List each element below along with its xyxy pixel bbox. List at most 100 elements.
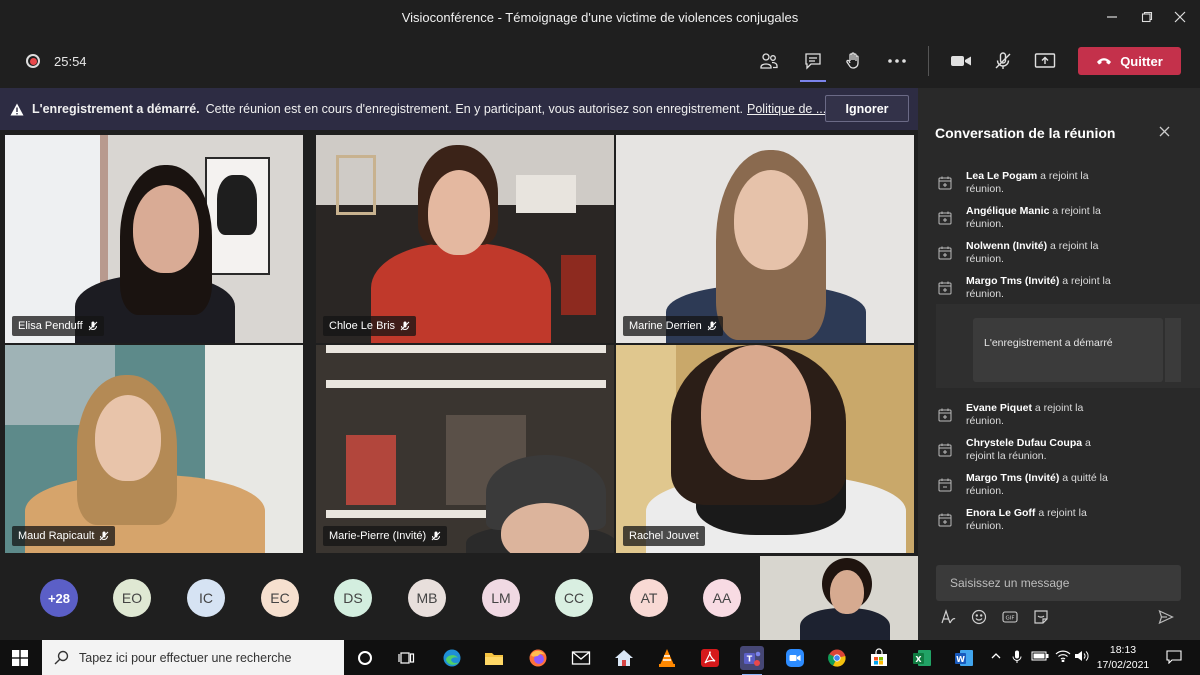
participant-joined-icon	[938, 443, 954, 463]
camera-icon[interactable]	[946, 48, 976, 74]
participant-name: Marie-Pierre (Invité)	[329, 530, 427, 542]
taskbar-clock[interactable]: 18:13 17/02/2021	[1093, 643, 1153, 673]
taskbar-search-box[interactable]: Tapez ici pour effectuer une recherche	[42, 640, 344, 675]
microphone-tray-icon[interactable]	[1012, 650, 1022, 667]
more-options-icon[interactable]	[882, 48, 912, 74]
chat-event-name: Margo Tms (Invité)	[966, 472, 1060, 484]
participant-avatar[interactable]: EC	[261, 579, 299, 617]
banner-title: L'enregistrement a démarré.	[32, 102, 200, 116]
vlc-icon[interactable]	[655, 646, 679, 670]
search-placeholder: Tapez ici pour effectuer une recherche	[79, 650, 292, 665]
participant-avatar[interactable]: DS	[334, 579, 372, 617]
edge-browser-icon[interactable]	[440, 646, 464, 670]
mail-icon[interactable]	[569, 646, 593, 670]
mic-muted-icon	[707, 321, 717, 331]
notifications-icon[interactable]	[1166, 650, 1182, 667]
participant-avatar[interactable]: IC	[187, 579, 225, 617]
send-icon[interactable]	[1158, 609, 1174, 630]
shelf	[326, 380, 606, 388]
close-icon[interactable]	[1160, 0, 1200, 34]
participant-name: Chloe Le Bris	[329, 320, 396, 332]
cortana-icon[interactable]	[353, 646, 377, 670]
sticker-icon[interactable]	[1033, 609, 1049, 630]
participant-avatar[interactable]: LM	[482, 579, 520, 617]
hang-up-icon	[1097, 58, 1112, 65]
format-icon[interactable]	[940, 609, 956, 630]
self-video-preview[interactable]	[760, 556, 918, 640]
close-chat-icon[interactable]	[1159, 124, 1170, 142]
meeting-timer: 25:54	[54, 54, 87, 69]
video-tile[interactable]: Elisa Penduff	[5, 135, 303, 343]
windows-start-icon[interactable]	[12, 650, 28, 671]
leave-meeting-button[interactable]: Quitter	[1078, 47, 1181, 75]
minimize-icon[interactable]	[1092, 0, 1132, 34]
gif-icon[interactable]: GIF	[1002, 609, 1018, 630]
meeting-toolbar: 25:54 Quitter	[0, 34, 1200, 88]
person-face	[701, 345, 811, 480]
recording-banner: L'enregistrement a démarré. Cette réunio…	[0, 88, 918, 130]
microphone-muted-icon[interactable]	[988, 48, 1018, 74]
recording-card-side	[1165, 318, 1181, 382]
person-face	[734, 170, 808, 270]
svg-text:X: X	[915, 655, 922, 664]
warning-icon	[10, 103, 24, 116]
participant-name: Elisa Penduff	[18, 320, 83, 332]
recording-started-card[interactable]: L'enregistrement a démarré	[973, 318, 1163, 382]
person-face	[133, 185, 199, 273]
participant-joined-icon	[938, 211, 954, 231]
chrome-icon[interactable]	[825, 646, 849, 670]
participant-name: Maud Rapicault	[18, 530, 95, 542]
word-icon[interactable]: W	[952, 646, 976, 670]
video-tile[interactable]: Chloe Le Bris	[316, 135, 614, 343]
video-tile[interactable]: Rachel Jouvet	[616, 345, 914, 553]
emoji-icon[interactable]	[971, 609, 987, 630]
home-app-icon[interactable]	[612, 646, 636, 670]
privacy-policy-link[interactable]: Politique de ...	[747, 102, 826, 116]
zoom-icon[interactable]	[783, 646, 807, 670]
more-participants-avatar[interactable]: +28	[40, 579, 78, 617]
mic-muted-icon	[100, 531, 109, 541]
chat-event-name: Angélique Manic	[966, 205, 1050, 217]
chat-event: Margo Tms (Invité) a rejoint la réunion.	[938, 275, 1188, 301]
video-tile[interactable]: Maud Rapicault	[5, 345, 303, 553]
chat-event: Nolwenn (Invité) a rejoint la réunion.	[938, 240, 1188, 266]
participants-icon[interactable]	[754, 48, 784, 74]
teams-icon[interactable]: T	[740, 646, 764, 675]
chat-event-name: Evane Piquet	[966, 402, 1032, 414]
chat-icon[interactable]	[798, 48, 828, 82]
mic-muted-icon	[88, 321, 97, 331]
excel-icon[interactable]: X	[910, 646, 934, 670]
acrobat-reader-icon[interactable]	[698, 646, 722, 670]
chat-event-name: Lea Le Pogam	[966, 170, 1038, 182]
participant-nameplate: Marie-Pierre (Invité)	[323, 526, 448, 546]
share-screen-icon[interactable]	[1030, 48, 1060, 74]
participant-avatar[interactable]: AA	[703, 579, 741, 617]
search-icon	[54, 650, 69, 665]
participant-joined-icon	[938, 246, 954, 266]
ignore-button[interactable]: Ignorer	[825, 95, 909, 122]
chat-message-input[interactable]: Saisissez un message	[936, 565, 1181, 601]
participant-avatar[interactable]: CC	[555, 579, 593, 617]
shelf	[326, 345, 606, 353]
participant-joined-icon	[938, 408, 954, 428]
battery-icon[interactable]	[1031, 650, 1049, 665]
video-tile[interactable]: Marine Derrien	[616, 135, 914, 343]
video-tile[interactable]: Marie-Pierre (Invité)	[316, 345, 614, 553]
volume-icon[interactable]	[1074, 650, 1090, 665]
wifi-icon[interactable]	[1055, 650, 1071, 665]
chevron-up-icon[interactable]	[990, 650, 1002, 665]
file-explorer-icon[interactable]	[482, 646, 506, 670]
raise-hand-icon[interactable]	[839, 48, 869, 74]
participant-left-icon	[938, 478, 954, 498]
participant-avatar[interactable]: AT	[630, 579, 668, 617]
participant-avatar[interactable]: EO	[113, 579, 151, 617]
firefox-icon[interactable]	[526, 646, 550, 670]
person-face	[428, 170, 490, 255]
chat-event-name: Nolwenn (Invité)	[966, 240, 1048, 252]
participant-name: Rachel Jouvet	[629, 530, 699, 542]
task-view-icon[interactable]	[395, 646, 419, 670]
store-icon[interactable]	[867, 646, 891, 670]
chat-event-name: Margo Tms (Invité)	[966, 275, 1060, 287]
participant-nameplate: Chloe Le Bris	[323, 316, 417, 336]
participant-avatar[interactable]: MB	[408, 579, 446, 617]
